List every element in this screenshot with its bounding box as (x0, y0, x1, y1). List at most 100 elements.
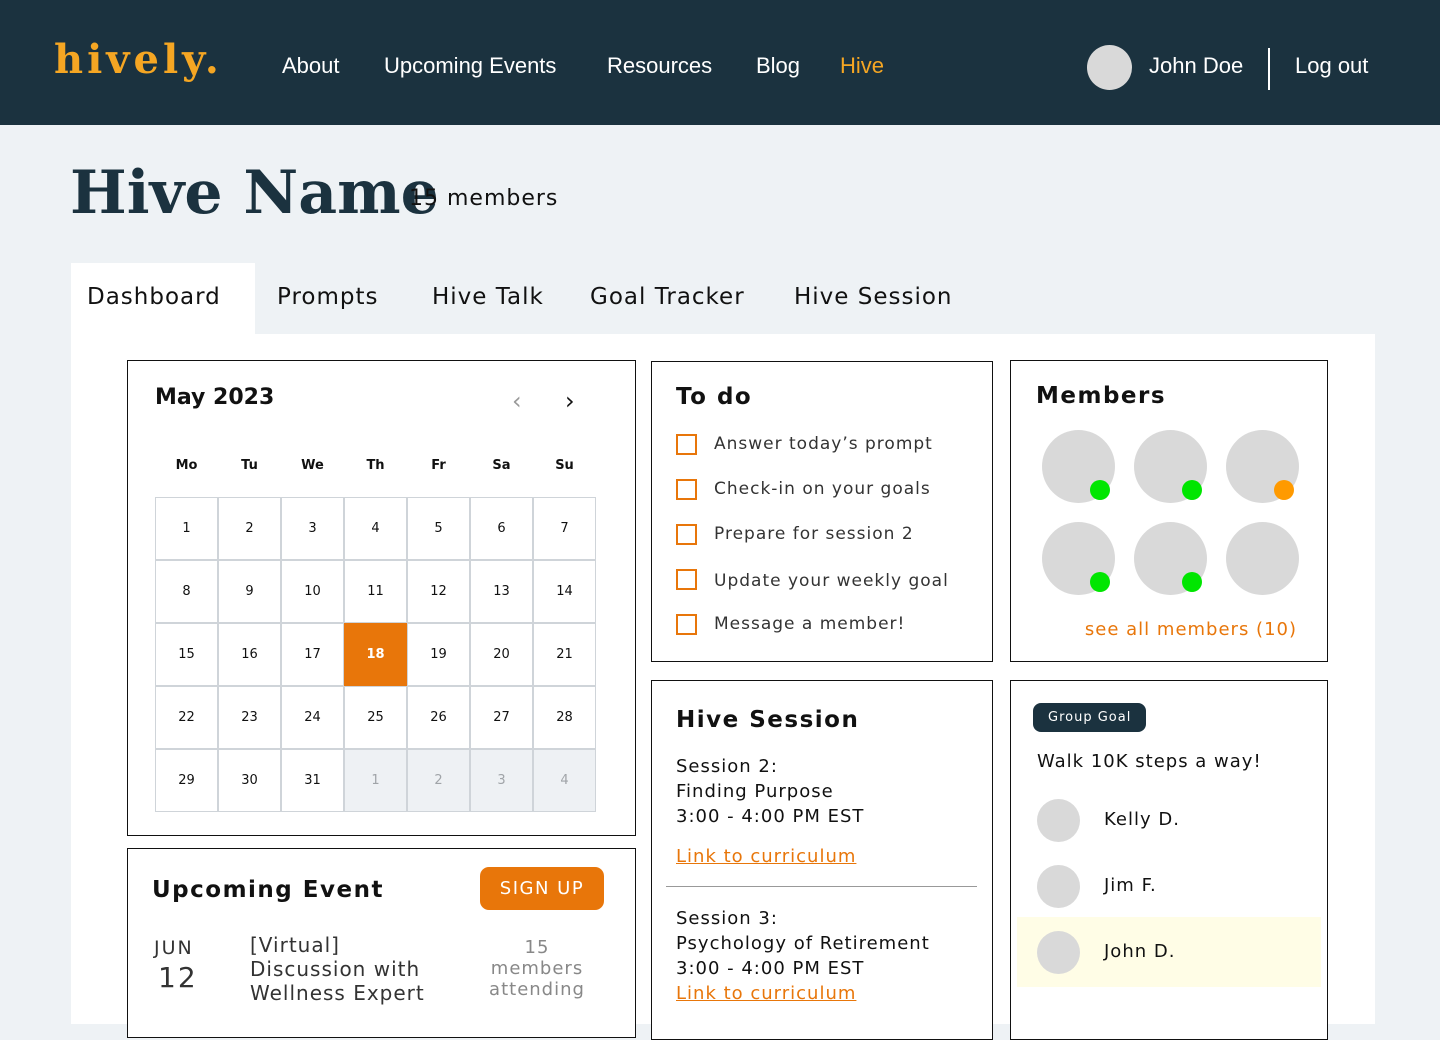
calendar-day-today[interactable]: 18 (344, 623, 407, 686)
logout-link[interactable]: Log out (1295, 53, 1368, 79)
group-goal-card: Group Goal Walk 10K steps a way! Kelly D… (1010, 680, 1328, 1040)
see-all-members-link[interactable]: see all members (10) (1085, 619, 1297, 640)
calendar-day[interactable]: 5 (407, 497, 470, 560)
calendar-day[interactable]: 1 (344, 749, 407, 812)
todo-label: Prepare for session 2 (714, 524, 914, 544)
calendar-day[interactable]: 11 (344, 560, 407, 623)
checkbox[interactable] (676, 569, 697, 590)
calendar-weekday: We (301, 458, 324, 473)
curriculum-link[interactable]: Link to curriculum (676, 983, 856, 1004)
session-line: Session 2: (676, 756, 778, 777)
calendar-day[interactable]: 14 (533, 560, 596, 623)
event-attendance: 15 members attending (474, 937, 600, 1000)
calendar-day[interactable]: 12 (407, 560, 470, 623)
session-details: Session 3: Psychology of Retirement 3:00… (676, 906, 930, 981)
calendar-day[interactable]: 3 (281, 497, 344, 560)
nav-hive[interactable]: Hive (840, 53, 884, 79)
curriculum-link[interactable]: Link to curriculum (676, 846, 856, 867)
member-avatar[interactable] (1226, 522, 1299, 595)
calendar-day[interactable]: 21 (533, 623, 596, 686)
calendar-day[interactable]: 4 (344, 497, 407, 560)
goal-participant-row[interactable]: Jim F. (1017, 851, 1321, 921)
chevron-right-icon[interactable]: › (565, 387, 575, 415)
event-title-line: [Virtual] (250, 933, 340, 957)
session-line: 3:00 - 4:00 PM EST (676, 958, 865, 979)
calendar-day[interactable]: 3 (470, 749, 533, 812)
attendance-line: attending (489, 979, 585, 1000)
hively-logo[interactable]: hively. (54, 36, 223, 83)
calendar-day[interactable]: 6 (470, 497, 533, 560)
todo-card: To do Answer today’s prompt Check-in on … (651, 361, 993, 662)
calendar-day[interactable]: 16 (218, 623, 281, 686)
calendar-day[interactable]: 7 (533, 497, 596, 560)
nav-upcoming-events[interactable]: Upcoming Events (384, 53, 556, 79)
checkbox[interactable] (676, 434, 697, 455)
participant-name: Jim F. (1104, 875, 1157, 896)
upcoming-event-card: Upcoming Event SIGN UP JUN 12 [Virtual] … (127, 848, 636, 1038)
attendance-line: members (490, 958, 584, 979)
event-day: 12 (158, 961, 198, 994)
calendar-day[interactable]: 25 (344, 686, 407, 749)
todo-label: Update your weekly goal (714, 571, 949, 591)
calendar-day[interactable]: 20 (470, 623, 533, 686)
session-details: Session 2: Finding Purpose 3:00 - 4:00 P… (676, 754, 864, 829)
calendar-day[interactable]: 31 (281, 749, 344, 812)
page-title: Hive Name (70, 158, 439, 228)
calendar-day[interactable]: 26 (407, 686, 470, 749)
event-title-line: Wellness Expert (250, 981, 425, 1005)
tab-hive-talk[interactable]: Hive Talk (432, 263, 544, 334)
calendar-day[interactable]: 17 (281, 623, 344, 686)
tab-dashboard[interactable]: Dashboard (71, 263, 255, 334)
calendar-day[interactable]: 29 (155, 749, 218, 812)
calendar-day[interactable]: 23 (218, 686, 281, 749)
calendar-day[interactable]: 8 (155, 560, 218, 623)
status-indicator-online (1182, 572, 1202, 592)
event-month: JUN (154, 937, 194, 959)
calendar-day[interactable]: 28 (533, 686, 596, 749)
calendar-day[interactable]: 19 (407, 623, 470, 686)
calendar-day[interactable]: 24 (281, 686, 344, 749)
avatar (1037, 865, 1080, 908)
checkbox[interactable] (676, 524, 697, 545)
chevron-left-icon[interactable]: ‹ (512, 387, 522, 415)
event-title[interactable]: [Virtual] Discussion with Wellness Exper… (250, 933, 425, 1005)
checkbox[interactable] (676, 479, 697, 500)
todo-label: Message a member! (714, 614, 906, 634)
sign-up-button[interactable]: SIGN UP (480, 867, 604, 910)
checkbox[interactable] (676, 614, 697, 635)
tab-goal-tracker[interactable]: Goal Tracker (590, 263, 745, 334)
calendar-weekday: Su (555, 458, 574, 473)
calendar-day[interactable]: 13 (470, 560, 533, 623)
goal-participant-row[interactable]: Kelly D. (1017, 785, 1321, 855)
members-title: Members (1036, 383, 1167, 409)
calendar-card: May 2023 ‹ › Mo Tu We Th Fr Sa Su 1 2 3 4 5 6 7 8 9 10 1… (127, 360, 636, 836)
todo-title: To do (676, 384, 753, 410)
nav-about[interactable]: About (282, 53, 340, 79)
calendar-day[interactable]: 2 (407, 749, 470, 812)
tab-prompts[interactable]: Prompts (277, 263, 379, 334)
user-name[interactable]: John Doe (1149, 53, 1243, 79)
calendar-day[interactable]: 15 (155, 623, 218, 686)
calendar-weekday: Th (366, 458, 385, 473)
session-line: 3:00 - 4:00 PM EST (676, 806, 865, 827)
calendar-day[interactable]: 4 (533, 749, 596, 812)
calendar-day[interactable]: 27 (470, 686, 533, 749)
member-count: 15 members (409, 186, 559, 211)
nav-resources[interactable]: Resources (607, 53, 712, 79)
status-indicator-online (1182, 480, 1202, 500)
tab-hive-session[interactable]: Hive Session (794, 263, 953, 334)
calendar-day[interactable]: 30 (218, 749, 281, 812)
calendar-day[interactable]: 1 (155, 497, 218, 560)
calendar-day[interactable]: 9 (218, 560, 281, 623)
status-indicator-away (1274, 480, 1294, 500)
calendar-day[interactable]: 2 (218, 497, 281, 560)
calendar-day[interactable]: 10 (281, 560, 344, 623)
user-avatar[interactable] (1087, 45, 1132, 90)
calendar-grid: 1 2 3 4 5 6 7 8 9 10 11 12 13 14 15 16 17 18 19 20 21 22 23 24 2… (155, 497, 597, 813)
session-divider (666, 886, 977, 887)
goal-participant-row-current-user[interactable]: John D. (1017, 917, 1321, 987)
event-title-line: Discussion with (250, 957, 421, 981)
nav-blog[interactable]: Blog (756, 53, 800, 79)
calendar-day[interactable]: 22 (155, 686, 218, 749)
header-divider (1268, 48, 1270, 90)
